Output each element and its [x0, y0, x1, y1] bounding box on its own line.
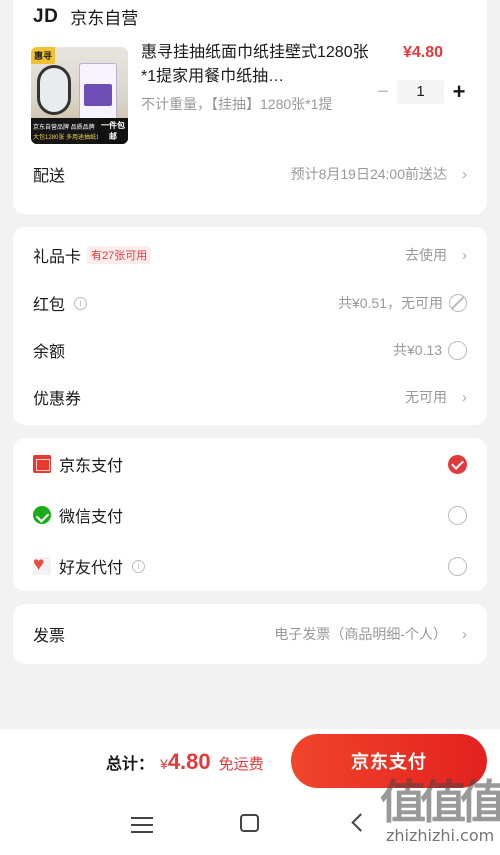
payment-option-jd-pay[interactable]: 京东支付 — [33, 451, 467, 477]
system-menu-button[interactable] — [131, 812, 153, 838]
product-title[interactable]: 惠寻挂抽纸面巾纸挂壁式1280张*1提家用餐巾纸抽… — [141, 41, 369, 89]
total-amount: 4.80 — [167, 749, 211, 774]
chevron-right-icon: › — [462, 625, 467, 643]
gift-card-action: 去使用 — [405, 247, 447, 263]
payment-methods-card: 京东支付 微信支付 好友代付 i — [13, 438, 487, 591]
quantity-decrease-button[interactable]: − — [371, 80, 395, 104]
invoice-value: 电子发票（商品明细-个人） — [274, 626, 447, 642]
payment-option-wechat[interactable]: 微信支付 — [33, 502, 467, 528]
free-shipping-note: 免运费 — [218, 756, 264, 773]
jd-logo: JD — [33, 5, 59, 27]
order-total: 总计： ¥ 4.80 免运费 — [106, 749, 264, 775]
red-packet-row: 红包 i 共¥0.51，无可用 — [33, 291, 467, 315]
payment-radio[interactable] — [448, 505, 467, 525]
wechat-icon — [33, 506, 51, 524]
info-icon[interactable]: i — [74, 296, 88, 310]
jd-pay-icon — [33, 455, 51, 473]
site-watermark: 值值值 zhizhizhi.com — [380, 760, 500, 855]
quantity-increase-button[interactable]: + — [447, 80, 471, 104]
menu-bar — [131, 824, 153, 826]
menu-bar — [131, 817, 153, 819]
coupon-row[interactable]: 优惠券 无可用 › — [33, 385, 467, 409]
quantity-input[interactable]: 1 — [397, 80, 444, 104]
invoice-row[interactable]: 发票 电子发票（商品明细-个人） › — [33, 622, 467, 646]
product-thumbnail[interactable]: 惠寻 京东自营品牌 品质品牌 大包1280张 多用途抽纸1提 一件包邮 — [31, 47, 128, 144]
gift-card-label: 礼品卡 — [33, 249, 82, 266]
invoice-label: 发票 — [33, 628, 66, 645]
thumb-brand-tag: 惠寻 — [31, 47, 56, 64]
coupon-label: 优惠券 — [33, 391, 82, 408]
unavailable-icon — [449, 294, 467, 312]
red-packet-label: 红包 — [33, 297, 66, 314]
chevron-right-icon: › — [462, 388, 467, 406]
selected-check-icon[interactable] — [448, 454, 467, 474]
total-label: 总计： — [106, 756, 155, 773]
balance-value: 共¥0.13 — [392, 342, 442, 358]
order-item-card: JD 京东自营 惠寻 京东自营品牌 品质品牌 大包1280张 多用途抽纸1提 一… — [13, 0, 487, 214]
total-currency: ¥ — [160, 756, 168, 772]
balance-toggle-radio[interactable] — [448, 340, 467, 360]
payment-option-label: 微信支付 — [59, 509, 124, 526]
thumb-mirror-graphic — [37, 65, 71, 115]
payment-option-label: 好友代付 — [59, 560, 124, 577]
delivery-estimate: 预计8月19日24:00前送达 — [290, 166, 447, 182]
product-price: ¥4.80 — [402, 44, 443, 61]
quantity-stepper: − 1 + — [371, 80, 471, 104]
system-home-button[interactable] — [240, 814, 259, 832]
info-icon[interactable]: i — [132, 559, 146, 573]
store-name: 京东自营 — [70, 9, 139, 28]
thumb-tissue-pack-graphic — [79, 63, 117, 121]
red-packet-value: 共¥0.51，无可用 — [337, 295, 443, 311]
chevron-right-icon: › — [462, 246, 467, 264]
friend-pay-icon — [33, 554, 51, 576]
payment-option-friend-pay[interactable]: 好友代付 i — [33, 553, 467, 579]
chevron-right-icon: › — [462, 165, 467, 183]
watermark-logo: 值值值 — [380, 775, 500, 829]
benefits-card: 礼品卡 有27张可用 去使用 › 红包 i 共¥0.51，无可用 余额 共¥0.… — [13, 227, 487, 425]
delivery-label: 配送 — [33, 168, 66, 185]
balance-label: 余额 — [33, 344, 66, 361]
coupon-value: 无可用 — [405, 389, 447, 405]
balance-row[interactable]: 余额 共¥0.13 — [33, 338, 467, 362]
menu-bar — [131, 831, 153, 833]
delivery-row[interactable]: 配送 预计8月19日24:00前送达 › — [33, 162, 467, 186]
gift-card-count-badge: 有27张可用 — [87, 246, 152, 264]
system-back-button[interactable] — [350, 812, 364, 838]
thumb-strip-line1: 京东自营品牌 品质品牌 — [33, 125, 95, 131]
payment-radio[interactable] — [448, 556, 467, 576]
gift-card-row[interactable]: 礼品卡 有27张可用 去使用 › — [33, 243, 467, 267]
thumb-free-ship-badge: 一件包邮 — [98, 118, 128, 144]
invoice-card[interactable]: 发票 电子发票（商品明细-个人） › — [13, 604, 487, 664]
thumb-strip-line2: 大包1280张 多用途抽纸1提 — [33, 135, 106, 141]
watermark-url: zhizhizhi.com — [386, 826, 495, 845]
payment-option-label: 京东支付 — [59, 458, 124, 475]
store-header: JD 京东自营 — [33, 4, 138, 29]
product-spec: 不计重量，【挂抽】1280张*1提 — [141, 96, 333, 112]
